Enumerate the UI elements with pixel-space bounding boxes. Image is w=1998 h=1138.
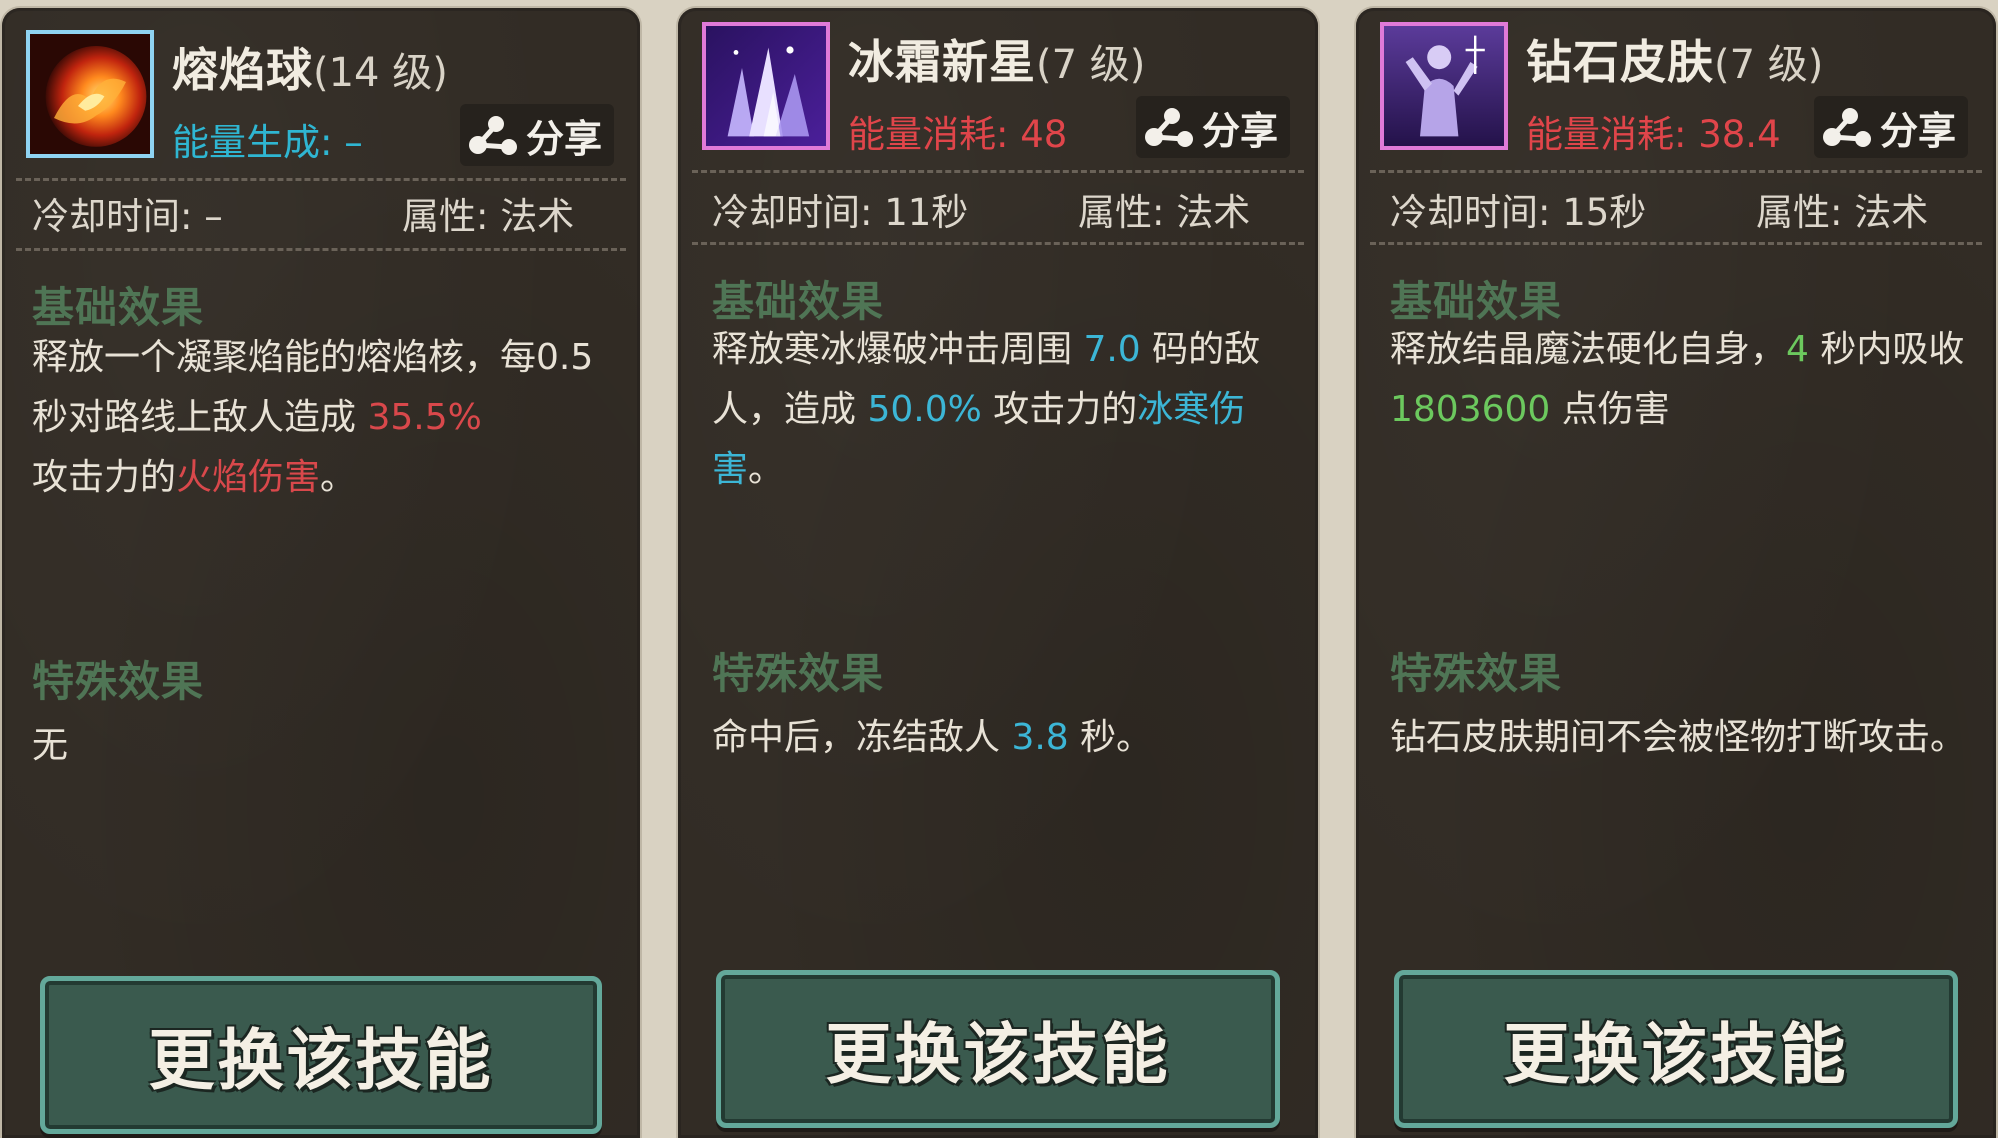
skill-title: 冰霜新星(7 级) xyxy=(848,26,1145,92)
desc-text: 释放寒冰爆破冲击周围 xyxy=(712,329,1084,370)
energy-label: 能量生成: – xyxy=(172,121,363,164)
divider xyxy=(692,170,1304,173)
skill-card-diamond-skin: 钻石皮肤(7 级) 能量消耗: 38.4 分享 冷却时间: 15秒 属性: 法术… xyxy=(1356,8,1996,1138)
desc-text: 钻石皮肤期间不会被怪物打断攻击。 xyxy=(1390,717,1967,758)
divider xyxy=(16,248,626,251)
skill-card-frost-nova: 冰霜新星(7 级) 能量消耗: 48 分享 冷却时间: 11秒 属性: 法术 基… xyxy=(678,8,1318,1138)
special-effect-heading: 特殊效果 xyxy=(1390,649,1563,698)
desc-text: 。 xyxy=(320,457,357,498)
divider xyxy=(1370,170,1982,173)
share-icon xyxy=(469,116,517,155)
fireball-icon xyxy=(26,30,154,158)
damage-type: 火焰伤害 xyxy=(176,457,321,498)
replace-skill-button[interactable]: 更换该技能 xyxy=(716,970,1280,1128)
diamond-skin-icon xyxy=(1380,22,1508,150)
energy-label: 能量消耗: 48 xyxy=(848,113,1068,156)
replace-skill-button[interactable]: 更换该技能 xyxy=(1394,970,1958,1128)
attribute-label: 属性: 法术 xyxy=(1756,191,1929,234)
skill-level: (7 级) xyxy=(1714,42,1824,88)
desc-text: 释放结晶魔法硬化自身， xyxy=(1390,329,1787,370)
special-effect-heading: 特殊效果 xyxy=(32,657,205,706)
replace-skill-button[interactable]: 更换该技能 xyxy=(40,976,602,1134)
desc-text: 攻击力的 xyxy=(981,389,1138,430)
special-effect-description: 命中后，冻结敌人 3.8 秒。 xyxy=(712,708,1298,768)
cooldown-label: 冷却时间: 11秒 xyxy=(712,191,969,234)
base-effect-description: 释放寒冰爆破冲击周围 7.0 码的敌人，造成 50.0% 攻击力的冰寒伤害。 xyxy=(712,320,1298,500)
absorb-value: 1803600 xyxy=(1390,389,1551,430)
special-effect-description: 无 xyxy=(32,716,620,776)
desc-text: 无 xyxy=(32,725,69,766)
base-effect-description: 释放结晶魔法硬化自身，4 秒内吸收 1803600 点伤害 xyxy=(1390,320,1976,440)
attribute-label: 属性: 法术 xyxy=(1078,191,1251,234)
freeze-duration: 3.8 xyxy=(1011,717,1069,758)
base-effect-heading: 基础效果 xyxy=(32,283,205,332)
share-label: 分享 xyxy=(1202,108,1279,153)
damage-percent: 50.0% xyxy=(867,389,982,430)
skill-name: 熔焰球 xyxy=(172,43,313,97)
frost-nova-icon xyxy=(702,22,830,150)
desc-text: 释放一个凝聚焰能的熔焰核，每 xyxy=(32,337,537,378)
skill-card-fireball: 熔焰球(14 级) 能量生成: – 分享 冷却时间: – 属性: 法术 基础效果… xyxy=(2,8,640,1138)
special-effect-description: 钻石皮肤期间不会被怪物打断攻击。 xyxy=(1390,708,1976,768)
skill-name: 钻石皮肤 xyxy=(1526,35,1714,89)
desc-text: 秒。 xyxy=(1068,717,1153,758)
share-button[interactable]: 分享 xyxy=(1814,96,1969,158)
skill-level: (7 级) xyxy=(1036,42,1146,88)
cooldown-label: 冷却时间: 15秒 xyxy=(1390,191,1647,234)
divider xyxy=(692,242,1304,245)
skill-title: 钻石皮肤(7 级) xyxy=(1526,26,1823,92)
skill-title: 熔焰球(14 级) xyxy=(172,34,448,100)
divider xyxy=(16,178,626,181)
cooldown-label: 冷却时间: – xyxy=(32,195,223,238)
share-label: 分享 xyxy=(526,116,603,161)
desc-text: 。 xyxy=(748,449,785,490)
share-icon xyxy=(1823,108,1871,147)
range-value: 7.0 xyxy=(1083,329,1141,370)
duration-value: 4 xyxy=(1786,329,1809,370)
base-effect-description: 释放一个凝聚焰能的熔焰核，每0.5 秒对路线上敌人造成 35.5% 攻击力的火焰伤… xyxy=(32,328,620,508)
desc-text: 点伤害 xyxy=(1550,389,1670,430)
desc-text: 攻击力的 xyxy=(32,457,177,498)
share-label: 分享 xyxy=(1880,108,1957,153)
special-effect-heading: 特殊效果 xyxy=(712,649,885,698)
desc-text: 命中后，冻结敌人 xyxy=(712,717,1012,758)
desc-text: 秒内吸收 xyxy=(1808,329,1965,370)
energy-label: 能量消耗: 38.4 xyxy=(1526,113,1781,156)
damage-percent: 35.5% xyxy=(367,397,482,438)
attribute-label: 属性: 法术 xyxy=(402,195,575,238)
skill-name: 冰霜新星 xyxy=(848,35,1036,89)
divider xyxy=(1370,242,1982,245)
skill-level: (14 级) xyxy=(313,50,448,96)
share-button[interactable]: 分享 xyxy=(1136,96,1291,158)
share-icon xyxy=(1145,108,1193,147)
share-button[interactable]: 分享 xyxy=(460,104,615,166)
